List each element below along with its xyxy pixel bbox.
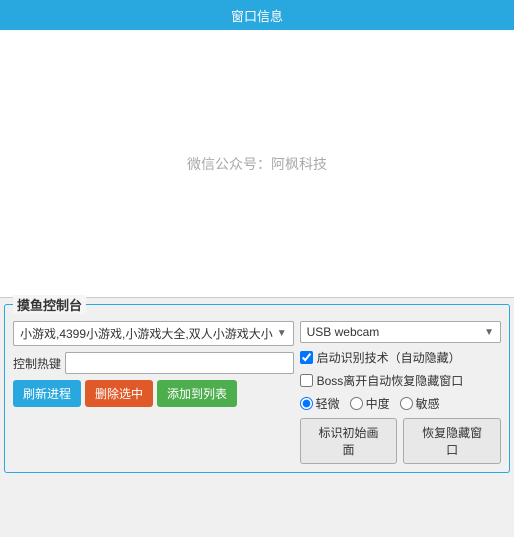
radio-light[interactable]: 轻微: [300, 395, 340, 412]
process-dropdown-value: 小游戏,4399小游戏,小游戏大全,双人小游戏大小: [20, 325, 273, 342]
boss-restore-label[interactable]: Boss离开自动恢复隐藏窗口: [317, 372, 464, 389]
window-info-area: 微信公众号：阿枫科技: [0, 30, 514, 298]
add-button[interactable]: 添加到列表: [157, 380, 237, 407]
boss-restore-checkbox[interactable]: [300, 374, 313, 387]
webcam-dropdown-arrow: ▼: [484, 327, 494, 338]
radio-light-label: 轻微: [316, 395, 340, 412]
webcam-dropdown[interactable]: USB webcam ▼: [300, 321, 501, 343]
auto-recognize-row: 启动识别技术（自动隐藏）: [300, 349, 501, 366]
hotkey-row: 控制热键: [13, 352, 294, 374]
restore-button[interactable]: 恢复隐藏窗口: [403, 418, 501, 464]
radio-sensitive-label: 敏感: [416, 395, 440, 412]
left-col: 小游戏,4399小游戏,小游戏大全,双人小游戏大小 ▼ 控制热键 刷新进程 删除…: [13, 321, 294, 464]
sensitivity-radio-row: 轻微 中度 敏感: [300, 395, 501, 412]
control-panel: 摸鱼控制台 小游戏,4399小游戏,小游戏大全,双人小游戏大小 ▼ 控制热键 刷…: [4, 304, 510, 473]
title-bar-label: 窗口信息: [231, 6, 283, 25]
radio-medium[interactable]: 中度: [350, 395, 390, 412]
hotkey-input[interactable]: [65, 352, 294, 374]
hotkey-label: 控制热键: [13, 355, 61, 372]
control-panel-title: 摸鱼控制台: [13, 295, 86, 314]
identify-button[interactable]: 标识初始画面: [300, 418, 398, 464]
refresh-button[interactable]: 刷新进程: [13, 380, 81, 407]
process-dropdown[interactable]: 小游戏,4399小游戏,小游戏大全,双人小游戏大小 ▼: [13, 321, 294, 346]
radio-medium-label: 中度: [366, 395, 390, 412]
action-buttons: 刷新进程 删除选中 添加到列表: [13, 380, 294, 407]
right-col: USB webcam ▼ 启动识别技术（自动隐藏） Boss离开自动恢复隐藏窗口…: [300, 321, 501, 464]
auto-recognize-checkbox[interactable]: [300, 351, 313, 364]
process-dropdown-arrow: ▼: [277, 328, 287, 339]
boss-restore-row: Boss离开自动恢复隐藏窗口: [300, 372, 501, 389]
window-info-placeholder: 微信公众号：阿枫科技: [187, 154, 327, 174]
delete-button[interactable]: 删除选中: [85, 380, 153, 407]
title-bar: 窗口信息: [0, 0, 514, 30]
panel-two-col: 小游戏,4399小游戏,小游戏大全,双人小游戏大小 ▼ 控制热键 刷新进程 删除…: [13, 321, 501, 464]
radio-sensitive[interactable]: 敏感: [400, 395, 440, 412]
bottom-action-buttons: 标识初始画面 恢复隐藏窗口: [300, 418, 501, 464]
webcam-dropdown-value: USB webcam: [307, 325, 480, 339]
auto-recognize-label[interactable]: 启动识别技术（自动隐藏）: [317, 349, 461, 366]
